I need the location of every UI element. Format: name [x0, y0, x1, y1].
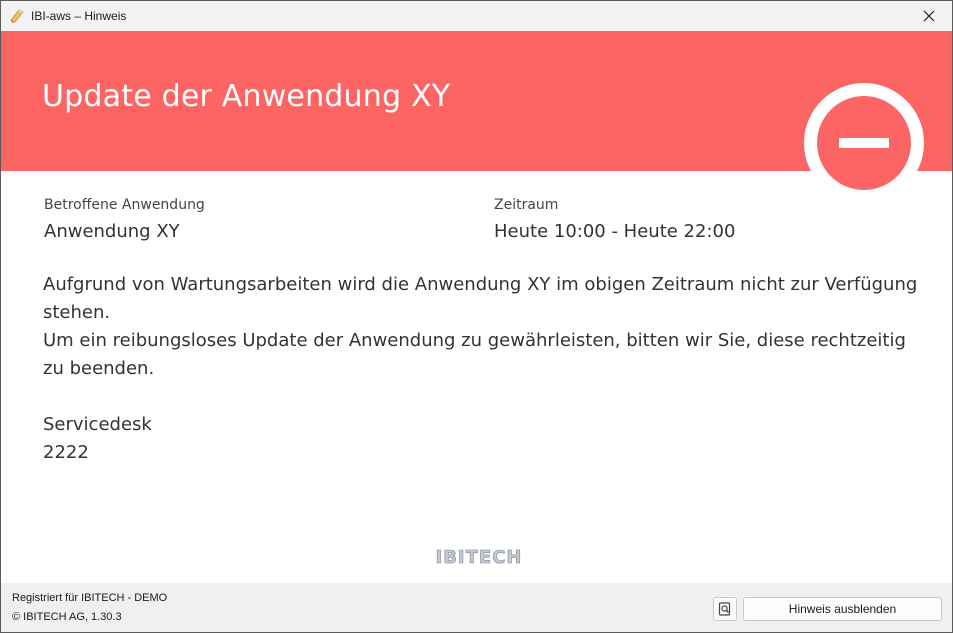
notice-title: Update der Anwendung XY — [42, 79, 451, 114]
minus-circle-icon — [804, 83, 924, 203]
servicedesk-label: Servicedesk — [43, 414, 152, 435]
notice-window: IBI-aws – Hinweis Update der Anwendung X… — [0, 0, 953, 633]
logo-text: IBITECH — [436, 547, 523, 567]
close-icon — [923, 10, 935, 22]
message-line-2: Um ein reibungsloses Update der Anwendun… — [43, 330, 906, 379]
footer: Registriert für IBITECH - DEMO © IBITECH… — [1, 583, 952, 632]
servicedesk-info: Servicedesk 2222 — [43, 411, 152, 467]
hide-notice-button[interactable]: Hinweis ausblenden — [743, 597, 942, 621]
servicedesk-number: 2222 — [43, 442, 89, 463]
period-label: Zeitraum — [494, 197, 559, 213]
notice-message: Aufgrund von Wartungsarbeiten wird die A… — [43, 271, 923, 383]
ibitech-logo: IBITECH — [435, 547, 523, 567]
registration-text: Registriert für IBITECH - DEMO — [12, 592, 168, 604]
close-button[interactable] — [906, 1, 952, 31]
copyright-text: © IBITECH AG, 1.30.3 — [12, 611, 122, 623]
message-line-1: Aufgrund von Wartungsarbeiten wird die A… — [43, 274, 918, 323]
title-bar: IBI-aws – Hinweis — [1, 1, 952, 31]
affected-app-value: Anwendung XY — [44, 221, 180, 242]
affected-app-label: Betroffene Anwendung — [44, 197, 205, 213]
period-value: Heute 10:00 - Heute 22:00 — [494, 221, 736, 242]
window-title: IBI-aws – Hinweis — [31, 9, 127, 23]
magnifier-document-icon — [718, 602, 731, 616]
preview-button[interactable] — [713, 597, 737, 621]
app-icon — [9, 8, 25, 24]
